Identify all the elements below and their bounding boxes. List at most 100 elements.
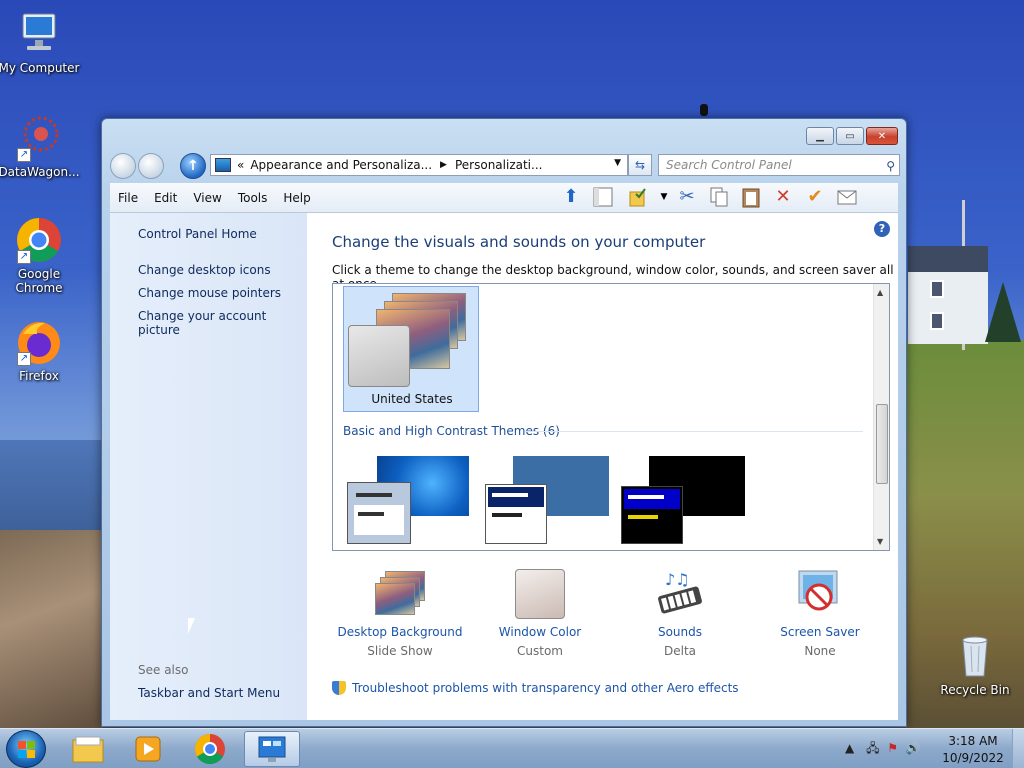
theme-label: United States: [371, 392, 453, 406]
envelope-icon[interactable]: [836, 186, 858, 208]
breadcrumb-separator-icon[interactable]: ▶: [440, 160, 447, 170]
close-icon: ✕: [877, 130, 887, 142]
see-also-heading: See also: [138, 663, 189, 677]
toolbar-up-icon[interactable]: ⬆: [560, 186, 582, 208]
breadcrumb-appearance[interactable]: Appearance and Personaliza...: [250, 158, 432, 172]
taskbar-start-menu-link[interactable]: Taskbar and Start Menu: [138, 686, 280, 700]
theme-high-contrast[interactable]: [621, 456, 745, 544]
sounds-setting[interactable]: ♪♫ Sounds Delta: [610, 569, 750, 658]
taskbar-control-panel-button[interactable]: [244, 731, 300, 767]
theme-window-preview: [347, 482, 411, 544]
window-color-title[interactable]: Window Color: [470, 625, 610, 639]
start-button[interactable]: [6, 730, 46, 768]
troubleshoot-label[interactable]: Troubleshoot problems with transparency …: [352, 681, 739, 695]
wallpaper-house: [908, 246, 988, 344]
address-bar[interactable]: « Appearance and Personaliza... ▶ Person…: [210, 154, 628, 176]
desktop-icon-firefox[interactable]: ↗ Firefox: [0, 318, 81, 383]
taskbar-media-player-button[interactable]: [120, 731, 176, 767]
maximize-button[interactable]: ▭: [836, 127, 864, 145]
menu-tools[interactable]: Tools: [230, 191, 276, 205]
windows-logo-icon: [18, 741, 35, 758]
svg-text:♪♫: ♪♫: [665, 570, 690, 589]
up-button[interactable]: ↑: [180, 153, 206, 179]
desktop-icon-label: Firefox: [19, 369, 59, 383]
properties-check-icon[interactable]: ✔: [804, 186, 826, 208]
taskbar: ▲ 🖧 ⚑ 🔊 3:18 AM 10/9/2022: [0, 728, 1024, 768]
maximize-icon: ▭: [845, 130, 855, 142]
cut-icon[interactable]: ✂: [676, 186, 698, 208]
navigation-bar: ↑ « Appearance and Personaliza... ▶ Pers…: [110, 153, 900, 179]
toolbar-folder-options-icon[interactable]: [628, 186, 650, 208]
scroll-down-icon[interactable]: ▼: [877, 537, 883, 546]
wallpaper-lamp: [700, 104, 708, 116]
refresh-icon: ⇆: [634, 158, 646, 172]
forward-button[interactable]: [138, 153, 164, 179]
window-color-setting[interactable]: Window Color Custom: [470, 569, 610, 658]
taskbar-explorer-button[interactable]: [60, 731, 116, 767]
address-overflow[interactable]: «: [237, 158, 244, 172]
show-hidden-icons-icon[interactable]: ▲: [845, 741, 854, 755]
personalization-window: ▁ ▭ ✕ ↑ « Appearance and Personaliza... …: [101, 118, 907, 727]
desktop-background-title[interactable]: Desktop Background: [330, 625, 470, 639]
help-icon[interactable]: ?: [874, 221, 890, 237]
group-divider: [525, 431, 863, 432]
theme-windows-7-basic[interactable]: [347, 456, 469, 544]
copy-icon[interactable]: [708, 186, 730, 208]
minimize-button[interactable]: ▁: [806, 127, 834, 145]
clock[interactable]: 3:18 AM 10/9/2022: [940, 733, 1006, 767]
menu-edit[interactable]: Edit: [146, 191, 185, 205]
minimize-icon: ▁: [816, 130, 824, 142]
menu-view[interactable]: View: [185, 191, 229, 205]
volume-icon[interactable]: 🔊: [906, 741, 921, 755]
theme-window-preview: [485, 484, 547, 544]
theme-windows-classic[interactable]: [485, 456, 609, 544]
control-panel-icon: [258, 736, 286, 762]
show-desktop-button[interactable]: [1012, 729, 1024, 768]
screen-saver-value: None: [804, 644, 836, 658]
control-panel-home-link[interactable]: Control Panel Home: [138, 227, 257, 241]
menu-help[interactable]: Help: [275, 191, 318, 205]
action-center-icon[interactable]: ⚑: [887, 741, 898, 755]
screen-saver-icon: [795, 569, 845, 619]
desktop-icon-my-computer[interactable]: My Computer: [0, 10, 81, 75]
theme-window-preview: [621, 486, 683, 544]
search-icon[interactable]: ⚲: [886, 156, 895, 176]
toolbar-pane-icon[interactable]: [592, 186, 614, 208]
sounds-title[interactable]: Sounds: [610, 625, 750, 639]
screen-saver-title[interactable]: Screen Saver: [750, 625, 890, 639]
change-desktop-icons-link[interactable]: Change desktop icons: [138, 263, 271, 277]
back-button[interactable]: [110, 153, 136, 179]
firefox-icon: ↗: [15, 318, 63, 366]
theme-list-scrollbar[interactable]: ▲ ▼: [873, 284, 889, 550]
troubleshoot-aero-link[interactable]: Troubleshoot problems with transparency …: [332, 681, 739, 695]
mouse-cursor-icon: [188, 618, 195, 634]
desktop-background-setting[interactable]: Desktop Background Slide Show: [330, 569, 470, 658]
desktop-icon-chrome[interactable]: ↗ Google Chrome: [0, 216, 81, 295]
change-account-picture-link[interactable]: Change your account picture: [138, 309, 307, 337]
refresh-button[interactable]: ⇆: [628, 154, 652, 176]
shield-icon: [332, 681, 346, 695]
screen-saver-setting[interactable]: Screen Saver None: [750, 569, 890, 658]
shortcut-arrow-icon: ↗: [17, 148, 31, 162]
desktop-icon-recycle-bin[interactable]: Recycle Bin: [933, 632, 1017, 697]
close-button[interactable]: ✕: [866, 127, 898, 145]
control-panel-icon: [215, 158, 231, 172]
menu-file[interactable]: File: [110, 191, 146, 205]
address-dropdown-icon[interactable]: ▼: [614, 158, 621, 168]
scroll-up-icon[interactable]: ▲: [877, 288, 883, 297]
paste-icon[interactable]: [740, 186, 762, 208]
window-color-value: Custom: [517, 644, 563, 658]
desktop-icon-label: Google Chrome: [15, 267, 63, 295]
desktop-icon-datawagon[interactable]: ↗ DataWagon...: [0, 114, 81, 179]
network-icon[interactable]: 🖧: [866, 741, 879, 755]
toolbar-dropdown-icon[interactable]: ▼: [653, 186, 675, 208]
delete-icon[interactable]: ✕: [772, 186, 794, 208]
scrollbar-thumb[interactable]: [876, 404, 888, 484]
desktop-background-icon: [375, 569, 425, 619]
theme-united-states[interactable]: United States: [343, 286, 479, 412]
search-input[interactable]: Search Control Panel ⚲: [658, 154, 900, 176]
change-mouse-pointers-link[interactable]: Change mouse pointers: [138, 286, 281, 300]
breadcrumb-personalization[interactable]: Personalizati...: [455, 158, 542, 172]
taskbar-chrome-button[interactable]: [182, 731, 238, 767]
computer-icon: [15, 10, 63, 58]
